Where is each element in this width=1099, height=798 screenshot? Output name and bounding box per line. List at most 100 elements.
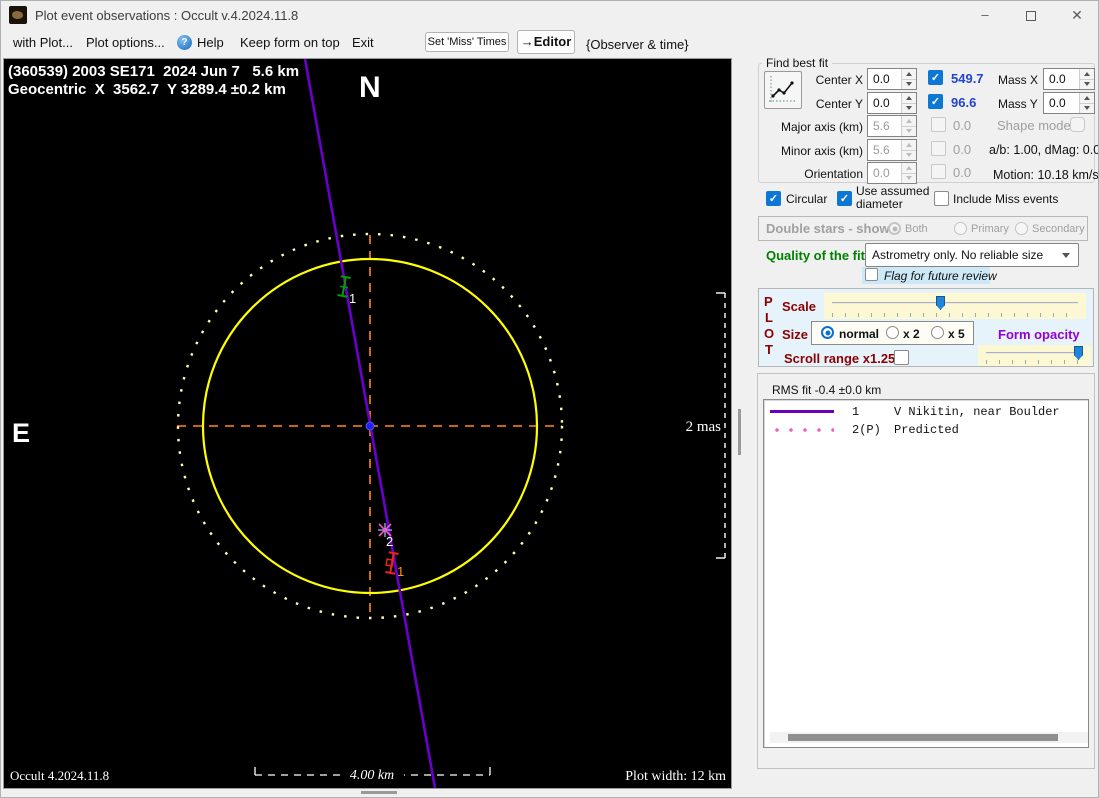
rms-fit-label: RMS fit -0.4 ±0.0 km (772, 383, 882, 397)
observation-2-name: Predicted (894, 422, 959, 437)
mass-x-up-icon[interactable] (1080, 69, 1094, 79)
title-bar: Plot event observations : Occult v.4.202… (1, 1, 1098, 29)
orientation-value: 0.0 (873, 166, 890, 180)
form-opacity-slider[interactable] (978, 345, 1091, 366)
mass-x-down-icon[interactable] (1080, 78, 1094, 89)
center-x-down-icon[interactable] (902, 78, 916, 89)
double-stars-title: Double stars - show (766, 221, 890, 236)
orientation-spinner: 0.0 (867, 162, 917, 184)
menu-exit[interactable]: Exit (352, 35, 374, 50)
mass-x-value: 0.0 (1049, 72, 1066, 86)
include-miss-checkbox[interactable] (934, 191, 949, 206)
set-miss-times-button[interactable]: Set 'Miss' Times (425, 32, 509, 52)
mass-y-spinner[interactable]: 0.0 (1043, 92, 1095, 114)
observations-list[interactable]: 1 V Nikitin, near Boulder 2(P) Predicted (763, 399, 1089, 748)
motion-label: Motion: 10.18 km/s (993, 168, 1099, 182)
menu-bar: with Plot... Plot options... ? Help Keep… (1, 29, 1098, 58)
scroll-range-checkbox[interactable] (894, 350, 909, 365)
plot-vertical-scrollbar[interactable] (738, 409, 741, 455)
help-icon[interactable]: ? (177, 35, 192, 50)
menu-help[interactable]: Help (197, 35, 224, 50)
center-x-up-icon[interactable] (902, 69, 916, 79)
flag-review-checkbox[interactable] (865, 268, 878, 281)
circular-checkbox[interactable]: ✓ (766, 191, 781, 206)
plot-svg: 1 2 1 2 mas 4.00 km (360539) 2003 SE171 … (8, 58, 726, 789)
size-label: Size (782, 327, 809, 342)
list-scrollbar-thumb[interactable] (788, 734, 1058, 741)
observation-1-num: 1 (852, 404, 860, 419)
fit-major-axis-checkbox (931, 117, 946, 132)
find-best-fit-title: Find best fit (762, 56, 833, 70)
use-assumed-checkbox[interactable]: ✓ (837, 191, 852, 206)
mass-x-label: Mass X (998, 73, 1039, 87)
form-opacity-slider-thumb[interactable] (1074, 346, 1083, 360)
center-x-spinner[interactable]: 0.0 (867, 68, 917, 90)
double-stars-primary-radio (954, 222, 967, 235)
observation-2-num: 2(P) (852, 422, 881, 437)
plot-letter-l: L (765, 310, 773, 325)
double-stars-secondary-label: Secondary (1032, 223, 1085, 235)
menu-keep-on-top[interactable]: Keep form on top (240, 35, 340, 50)
plot-canvas[interactable]: 1 2 1 2 mas 4.00 km (360539) 2003 SE171 … (3, 58, 732, 789)
size-x2-label: x 2 (903, 327, 920, 341)
observation-row-1[interactable]: 1 V Nikitin, near Boulder (764, 404, 1088, 419)
mass-x-spinner[interactable]: 0.0 (1043, 68, 1095, 90)
major-axis-value: 5.6 (873, 119, 890, 133)
center-y-fit-value: 96.6 (951, 95, 977, 110)
predicted-marker-2-label: 2 (386, 534, 393, 549)
center-dot (365, 421, 375, 431)
size-x2-radio[interactable] (886, 326, 899, 339)
quality-label: Quality of the fit (766, 248, 865, 263)
menu-with-plot[interactable]: with Plot... (13, 35, 73, 50)
major-axis-label: Major axis (km) (780, 120, 863, 134)
center-y-up-icon[interactable] (902, 93, 916, 103)
mas-scale-label: 2 mas (686, 419, 722, 435)
fit-center-y-checkbox[interactable]: ✓ (928, 94, 943, 109)
form-opacity-label: Form opacity (998, 327, 1080, 342)
plot-letter-p: P (764, 294, 773, 309)
mass-y-up-icon[interactable] (1080, 93, 1094, 103)
editor-button[interactable]: →Editor (517, 30, 575, 54)
plot-letter-o: O (764, 326, 775, 341)
minor-axis-fit-value: 0.0 (953, 142, 972, 157)
close-icon[interactable]: ✕ (1054, 1, 1098, 29)
maximize-icon[interactable] (1008, 1, 1054, 29)
list-horizontal-scrollbar[interactable] (770, 732, 1088, 743)
center-x-fit-value: 549.7 (951, 71, 984, 86)
run-best-fit-button[interactable] (764, 71, 802, 109)
quality-value: Astrometry only. No reliable size (872, 248, 1044, 262)
orientation-label: Orientation (804, 167, 863, 181)
mass-y-down-icon[interactable] (1080, 102, 1094, 113)
observation-row-2[interactable]: 2(P) Predicted (764, 422, 1088, 437)
plot-header-line1: (360539) 2003 SE171 2024 Jun 7 5.6 km (8, 63, 299, 80)
observer-time-label: {Observer & time} (586, 37, 689, 52)
plot-header-line2: Geocentric X 3562.7 Y 3289.4 ±0.2 km (8, 81, 286, 98)
size-x5-radio[interactable] (931, 326, 944, 339)
size-normal-radio[interactable] (821, 326, 834, 339)
size-x5-label: x 5 (948, 327, 965, 341)
center-y-down-icon[interactable] (902, 102, 916, 113)
form-opacity-slider-track (986, 352, 1083, 354)
minor-axis-spinner: 5.6 (867, 139, 917, 161)
center-y-spinner[interactable]: 0.0 (867, 92, 917, 114)
include-miss-label: Include Miss events (953, 192, 1059, 206)
shape-model-checkbox (1070, 117, 1085, 132)
scale-bar-label: 4.00 km (350, 768, 394, 783)
scale-slider-ticks (832, 313, 1078, 317)
window-title: Plot event observations : Occult v.4.202… (35, 8, 299, 23)
center-x-label: Center X (815, 73, 863, 87)
plot-horizontal-scrollbar[interactable] (361, 791, 397, 794)
quality-dropdown[interactable]: Astrometry only. No reliable size (865, 243, 1079, 267)
center-y-value: 0.0 (873, 96, 890, 110)
minimize-icon[interactable]: – (962, 1, 1008, 29)
scale-slider-thumb[interactable] (936, 296, 945, 310)
best-fit-chart-icon (769, 76, 797, 102)
scale-slider[interactable] (824, 293, 1086, 319)
minor-axis-label: Minor axis (km) (780, 144, 863, 158)
fit-center-x-checkbox[interactable]: ✓ (928, 70, 943, 85)
menu-plot-options[interactable]: Plot options... (86, 35, 165, 50)
size-normal-label: normal (839, 327, 880, 341)
north-label: N (359, 71, 381, 104)
track-1-swatch (770, 410, 834, 413)
east-label: E (12, 418, 30, 448)
